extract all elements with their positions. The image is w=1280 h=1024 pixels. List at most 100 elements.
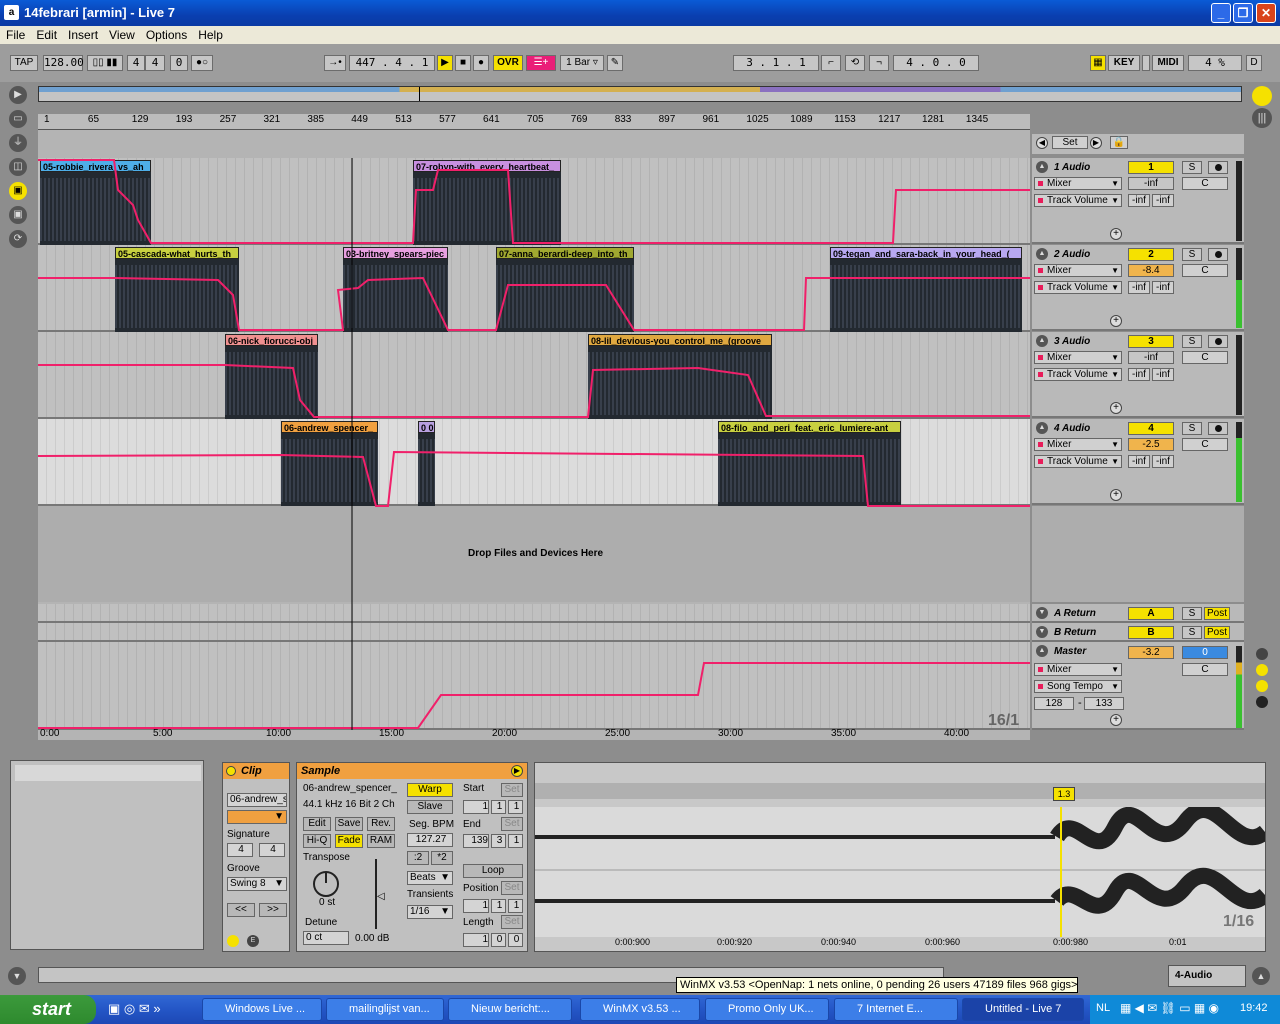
- half-tempo-button[interactable]: :2: [407, 851, 429, 865]
- volume-field[interactable]: -inf: [1128, 351, 1174, 364]
- device-chooser[interactable]: Mixer ▼: [1034, 264, 1122, 277]
- add-lane-icon[interactable]: +: [1110, 228, 1122, 240]
- device-chooser[interactable]: Mixer ▼: [1034, 663, 1122, 676]
- device-chooser[interactable]: Mixer ▼: [1034, 438, 1122, 451]
- follow-button[interactable]: →•: [324, 55, 346, 71]
- start-beat[interactable]: 1: [491, 800, 506, 814]
- fold-icon[interactable]: ▲: [1036, 335, 1048, 347]
- add-lane-icon[interactable]: +: [1110, 489, 1122, 501]
- track-header-4[interactable]: ▲ 4 Audio Mixer ▼ Track Volume ▼ + 4 -2.5 …: [1032, 419, 1244, 505]
- clip[interactable]: 06-nick_fiorucci-obj: [225, 334, 318, 419]
- key-map-icon[interactable]: ▦: [1090, 55, 1106, 71]
- end-bar[interactable]: 139: [463, 834, 489, 848]
- taskbar-item[interactable]: Nieuw bericht:...: [448, 998, 572, 1021]
- hide-detail-icon[interactable]: ▼: [8, 967, 26, 985]
- fold-icon[interactable]: ▼: [1036, 626, 1048, 638]
- close-button[interactable]: ✕: [1256, 3, 1276, 23]
- start-set-button[interactable]: Set: [501, 783, 523, 797]
- ram-button[interactable]: RAM: [367, 834, 395, 848]
- midi-button[interactable]: MIDI: [1152, 55, 1184, 71]
- track-lane-3[interactable]: [38, 332, 1030, 419]
- taskbar-item[interactable]: WinMX v3.53 ...: [580, 998, 700, 1021]
- browser-icon[interactable]: ▭: [9, 110, 27, 128]
- overview-zoom-icon[interactable]: [1252, 86, 1272, 106]
- nudge-back-button[interactable]: <<: [227, 903, 255, 917]
- start-button[interactable]: start: [0, 995, 96, 1024]
- solo-button[interactable]: S: [1182, 626, 1202, 639]
- gain-slider-thumb-icon[interactable]: ◁: [377, 891, 385, 902]
- loop-start[interactable]: 3 . 1 . 1: [733, 55, 819, 71]
- position-set-button[interactable]: Set: [501, 881, 523, 895]
- clip-color-select[interactable]: ▼: [227, 810, 287, 824]
- fold-icon[interactable]: ▲: [1036, 248, 1048, 260]
- menu-view[interactable]: View: [103, 26, 140, 42]
- arm-button[interactable]: [1208, 161, 1228, 174]
- master-pan[interactable]: C: [1182, 663, 1228, 676]
- lock-icon[interactable]: 🔒: [1110, 136, 1128, 149]
- clip-name-field[interactable]: 06-andrew_s: [227, 793, 287, 807]
- minimize-button[interactable]: _: [1211, 3, 1231, 23]
- io-icon[interactable]: [1256, 648, 1268, 660]
- send-b[interactable]: -inf: [1152, 281, 1174, 294]
- taskbar-item[interactable]: Promo Only UK...: [705, 998, 829, 1021]
- master-header[interactable]: ▲ Master -3.2 0 C Mixer ▼ Song Tempo ▼ 128…: [1032, 642, 1244, 730]
- punch-in-button[interactable]: ⌐: [821, 55, 841, 71]
- clip[interactable]: 05-robbie_rivera_vs_ah: [40, 160, 151, 245]
- master-volume[interactable]: -3.2: [1128, 646, 1174, 659]
- track-activator[interactable]: 3: [1128, 335, 1174, 348]
- key-button[interactable]: KEY: [1108, 55, 1140, 71]
- drop-area[interactable]: Drop Files and Devices Here: [38, 506, 1030, 602]
- track-header-3[interactable]: ▲ 3 Audio Mixer ▼ Track Volume ▼ + 3 -inf …: [1032, 332, 1244, 418]
- clip[interactable]: 07-robyn-with_every_heartbeat_: [413, 160, 561, 245]
- clip[interactable]: 08-lil_devious-you_control_me_(groove: [588, 334, 772, 419]
- signature-denominator[interactable]: 4: [145, 55, 165, 71]
- clip[interactable]: 09-tegan_and_sara-back_in_your_head_(: [830, 247, 1022, 332]
- loop-button[interactable]: ⟲: [845, 55, 865, 71]
- arm-button[interactable]: [1208, 335, 1228, 348]
- end-set-button[interactable]: Set: [501, 817, 523, 831]
- track-header-2[interactable]: ▲ 2 Audio Mixer ▼ Track Volume ▼ + 2 -8.4 …: [1032, 245, 1244, 331]
- tap-button[interactable]: TAP: [10, 55, 38, 71]
- add-lane-icon[interactable]: +: [1110, 402, 1122, 414]
- returns-icon[interactable]: [1256, 664, 1268, 676]
- tempo-field[interactable]: 128.00: [43, 55, 84, 71]
- position-bar[interactable]: 1: [463, 899, 489, 913]
- send-a[interactable]: -inf: [1128, 455, 1150, 468]
- clip-sig-num[interactable]: 4: [227, 843, 253, 857]
- pan-field[interactable]: C: [1182, 351, 1228, 364]
- track-activator[interactable]: 4: [1128, 422, 1174, 435]
- clip[interactable]: 08-filo_and_peri_feat._eric_lumiere-ant: [718, 421, 901, 506]
- metronome-field[interactable]: 0: [170, 55, 188, 71]
- start-bar[interactable]: 1: [463, 800, 489, 814]
- segbpm-field[interactable]: 127.27: [407, 833, 453, 847]
- fade-button[interactable]: Fade: [335, 834, 363, 848]
- nudge-forward-button[interactable]: >>: [259, 903, 287, 917]
- device-icon[interactable]: ◫: [9, 158, 27, 176]
- add-lane-icon[interactable]: +: [1110, 315, 1122, 327]
- arm-button[interactable]: [1208, 248, 1228, 261]
- sample-expand-icon[interactable]: ▶: [511, 765, 523, 777]
- language-indicator[interactable]: NL: [1096, 1002, 1110, 1014]
- end-sixteenth[interactable]: 1: [508, 834, 523, 848]
- send-b[interactable]: -inf: [1152, 455, 1174, 468]
- solo-button[interactable]: S: [1182, 422, 1202, 435]
- stop-button[interactable]: ■: [455, 55, 471, 71]
- sample-editor[interactable]: 1.3 0:00:900 0:00:920 0:00:940 0:00:960 0:00…: [534, 762, 1266, 952]
- draw-mode-icon[interactable]: ✎: [607, 55, 623, 71]
- prev-locator-icon[interactable]: ◀: [1036, 137, 1048, 149]
- send-a[interactable]: -inf: [1128, 368, 1150, 381]
- fold-icon[interactable]: ▲: [1036, 161, 1048, 173]
- next-locator-icon[interactable]: ▶: [1090, 137, 1102, 149]
- fold-icon[interactable]: ▲: [1036, 645, 1048, 657]
- folder-icon[interactable]: ▣: [9, 182, 27, 200]
- clip[interactable]: 06-andrew_spencer_: [281, 421, 378, 506]
- solo-button[interactable]: S: [1182, 335, 1202, 348]
- return-activator[interactable]: B: [1128, 626, 1174, 639]
- save-button[interactable]: Save: [335, 817, 363, 831]
- mixer-icon[interactable]: [1256, 680, 1268, 692]
- cue-volume[interactable]: 0: [1182, 646, 1228, 659]
- clip-activator-icon[interactable]: [226, 766, 236, 776]
- length-sixteenth[interactable]: 0: [508, 933, 523, 947]
- song-position[interactable]: 447 . 4 . 1: [349, 55, 435, 71]
- pan-field[interactable]: C: [1182, 264, 1228, 277]
